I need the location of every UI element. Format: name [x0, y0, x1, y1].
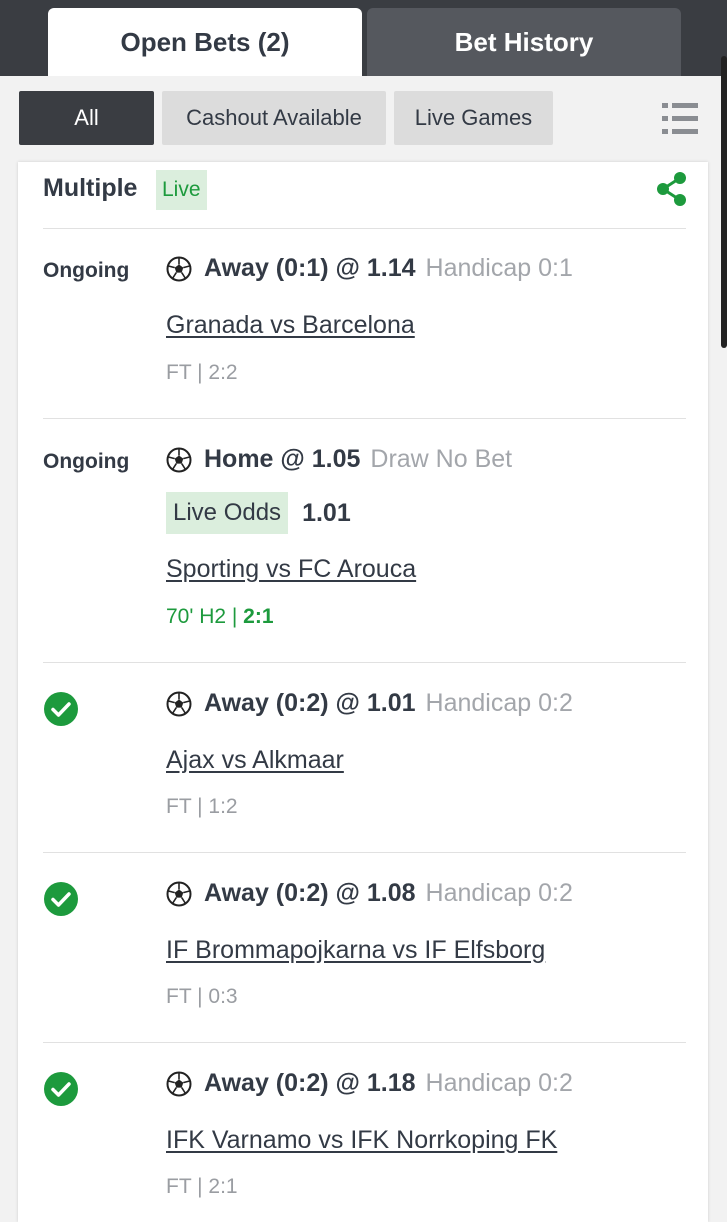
divider	[43, 852, 686, 853]
selection-pick: Away (0:1) @ 1.14	[204, 254, 416, 282]
live-badge: Live	[156, 170, 207, 210]
selection-status: Ongoing	[43, 259, 130, 282]
selection-pick: Home @ 1.05	[204, 445, 361, 473]
filter-live-games-button[interactable]: Live Games	[394, 91, 553, 145]
match-link[interactable]: IF Brommapojkarna vs IF Elfsborg	[166, 936, 545, 965]
selection-market: Handicap 0:2	[425, 879, 573, 907]
soccer-ball-icon	[166, 1071, 192, 1096]
selection-pick: Away (0:2) @ 1.18	[204, 1069, 416, 1097]
live-odds-badge: Live Odds	[166, 492, 289, 534]
soccer-ball-icon	[166, 447, 192, 472]
soccer-ball-icon	[166, 691, 192, 716]
match-score: FT | 0:3	[166, 985, 238, 1008]
match-link[interactable]: Sporting vs FC Arouca	[166, 555, 416, 584]
live-score: 2:1	[243, 605, 274, 628]
tab-bet-history[interactable]: Bet History	[367, 8, 681, 76]
list-view-icon[interactable]	[660, 99, 700, 139]
selection-pick: Away (0:2) @ 1.01	[204, 689, 416, 717]
scrollbar[interactable]	[721, 56, 727, 348]
soccer-ball-icon	[166, 881, 192, 906]
selection-market: Handicap 0:2	[425, 689, 573, 717]
check-circle-icon	[44, 882, 78, 916]
check-circle-icon	[44, 1072, 78, 1106]
match-time: 70' H2	[166, 605, 227, 628]
divider	[43, 418, 686, 419]
match-link[interactable]: Granada vs Barcelona	[166, 311, 415, 340]
divider	[43, 1042, 686, 1043]
match-link[interactable]: Ajax vs Alkmaar	[166, 746, 344, 775]
match-link[interactable]: IFK Varnamo vs IFK Norrkoping FK	[166, 1126, 557, 1155]
bet-type-title: Multiple	[43, 174, 138, 202]
share-icon[interactable]	[654, 170, 690, 208]
filter-cashout-button[interactable]: Cashout Available	[162, 91, 386, 145]
selection-pick: Away (0:2) @ 1.08	[204, 879, 416, 907]
soccer-ball-icon	[166, 256, 192, 281]
selection-market: Handicap 0:2	[425, 1069, 573, 1097]
live-odds-value: 1.01	[302, 498, 351, 527]
match-score: FT | 2:1	[166, 1175, 238, 1198]
filter-all-button[interactable]: All	[19, 91, 154, 145]
selection-line: Away (0:2) @ 1.08 Handicap 0:2	[166, 879, 573, 908]
selection-status: Ongoing	[43, 450, 130, 473]
selection-market: Handicap 0:1	[425, 254, 573, 282]
selection-line: Away (0:2) @ 1.18 Handicap 0:2	[166, 1069, 573, 1098]
selection-line: Away (0:2) @ 1.01 Handicap 0:2	[166, 689, 573, 718]
live-odds-row: Live Odds 1.01	[166, 492, 351, 534]
score-separator: |	[226, 605, 244, 628]
selection-market: Draw No Bet	[370, 445, 513, 473]
divider	[43, 662, 686, 663]
match-score: FT | 2:2	[166, 361, 238, 384]
match-score-live: 70' H2 | 2:1	[166, 605, 274, 629]
match-score: FT | 1:2	[166, 795, 238, 818]
check-circle-icon	[44, 692, 78, 726]
divider	[43, 228, 686, 229]
selection-line: Away (0:1) @ 1.14 Handicap 0:1	[166, 254, 573, 283]
tab-open-bets[interactable]: Open Bets (2)	[48, 8, 362, 76]
selection-line: Home @ 1.05 Draw No Bet	[166, 445, 512, 474]
